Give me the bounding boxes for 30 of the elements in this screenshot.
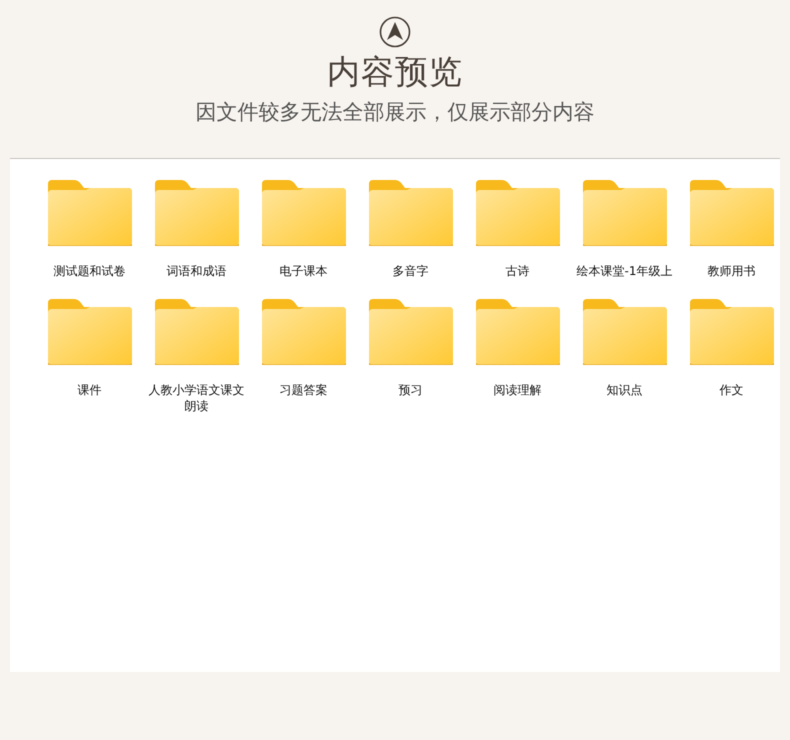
folder-icon[interactable] xyxy=(690,180,774,246)
folder-icon[interactable] xyxy=(582,299,666,365)
folder-icon[interactable] xyxy=(154,299,238,365)
folder-name: 预习 xyxy=(398,382,424,398)
folder-name: 习题答案 xyxy=(278,382,328,398)
folder-icon[interactable] xyxy=(48,299,132,365)
folder-name: 课件 xyxy=(76,382,102,398)
folder-name: 多音字 xyxy=(392,263,430,279)
folder-name: 古诗 xyxy=(504,263,530,279)
page-subtitle: 因文件较多无法全部展示，仅展示部分内容 xyxy=(196,99,594,126)
folder-name: 测试题和试卷 xyxy=(52,263,126,279)
page-title: 内容预览 xyxy=(327,52,463,92)
folder-name: 作文 xyxy=(718,382,744,398)
folder-icon[interactable] xyxy=(476,180,560,246)
folder-icon[interactable] xyxy=(690,299,774,365)
folder-icon[interactable] xyxy=(262,299,346,365)
folder-icon[interactable] xyxy=(368,299,452,365)
folder-icon[interactable] xyxy=(154,180,238,246)
folder-name: 知识点 xyxy=(606,382,644,398)
folder-name: 阅读理解 xyxy=(492,382,542,398)
folder-icon[interactable] xyxy=(582,180,666,246)
folder-icon[interactable] xyxy=(48,180,132,246)
folder-name: 电子课本 xyxy=(278,263,328,279)
folder-name: 教师用书 xyxy=(706,263,756,279)
folder-name: 词语和成语 xyxy=(166,263,228,279)
folder-name: 人教小学语文课文朗读 xyxy=(148,382,244,414)
folder-icon[interactable] xyxy=(262,180,346,246)
folder-icon[interactable] xyxy=(368,180,452,246)
folder-name: 绘本课堂-1年级上 xyxy=(576,263,672,279)
folder-icon[interactable] xyxy=(476,299,560,365)
